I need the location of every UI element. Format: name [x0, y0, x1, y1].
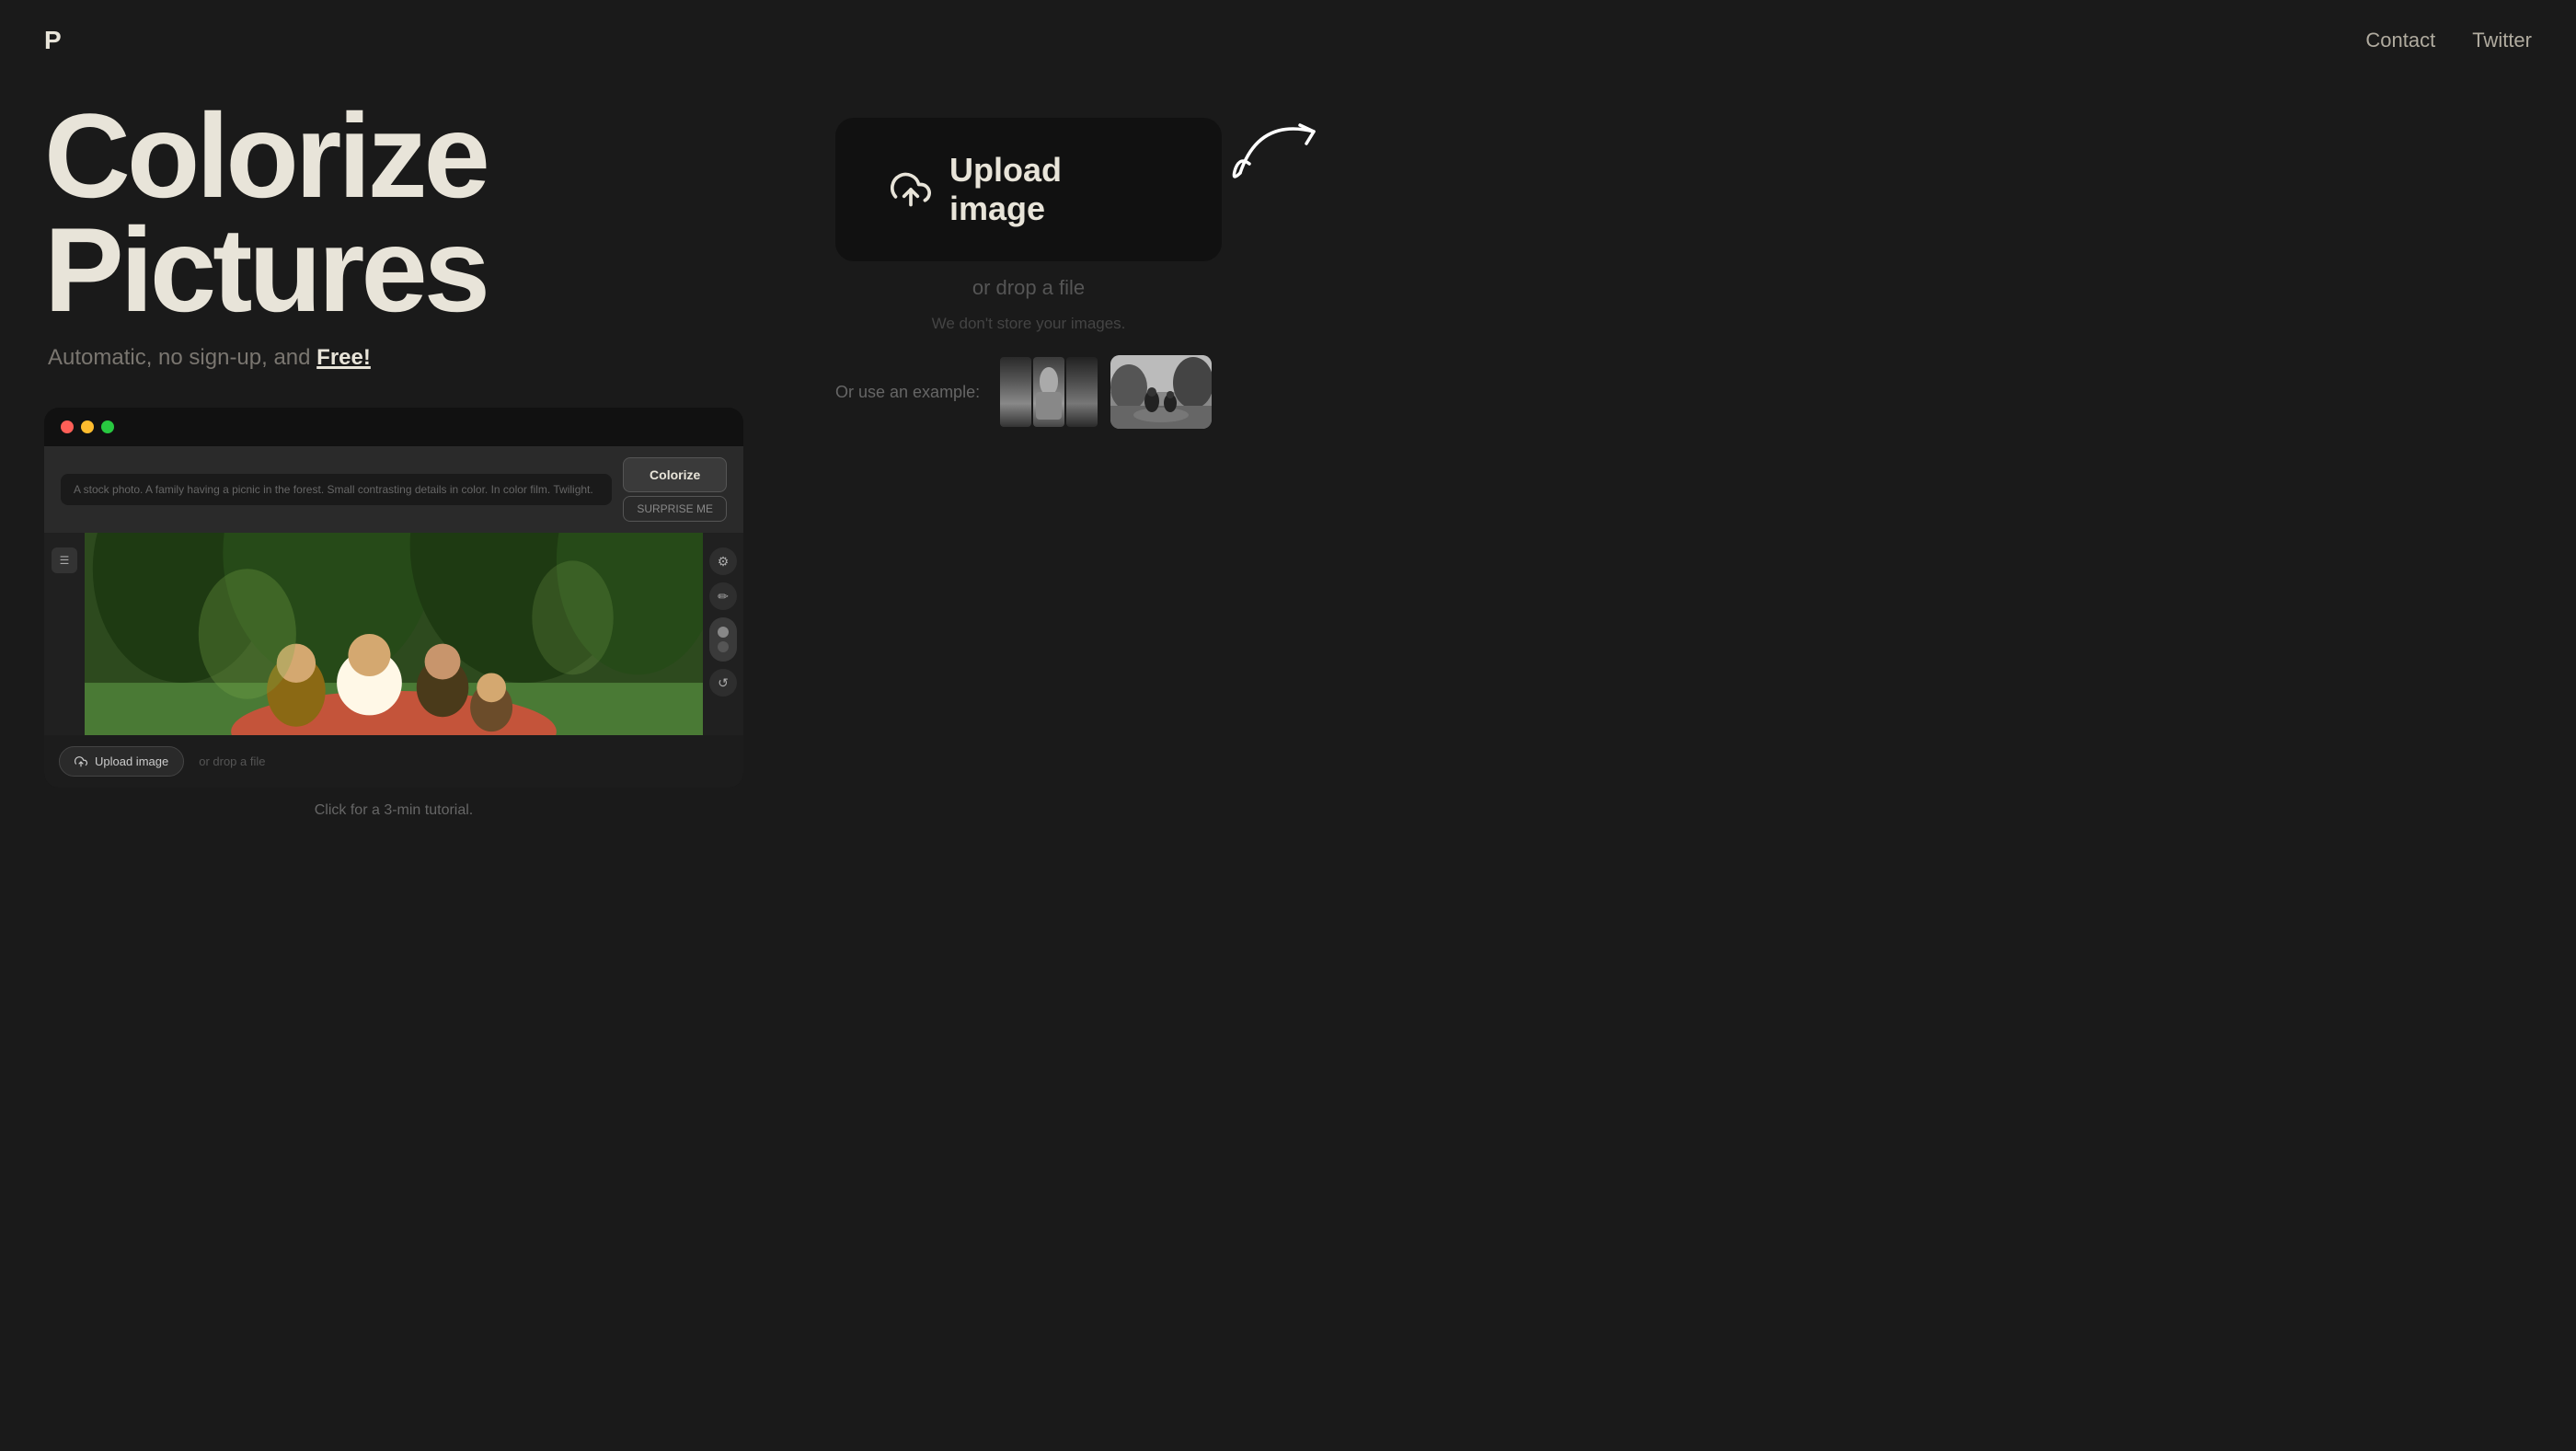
window-canvas-area: ☰ [44, 533, 743, 735]
nav-contact[interactable]: Contact [2365, 29, 2435, 52]
mock-window: A stock photo. A family having a picnic … [44, 408, 743, 788]
nav-twitter[interactable]: Twitter [2472, 29, 2532, 52]
or-drop-text: or drop a file [972, 276, 1085, 300]
navbar: P Contact Twitter [0, 0, 2576, 81]
window-dot-yellow [81, 420, 94, 433]
window-dot-green [101, 420, 114, 433]
window-titlebar [44, 408, 743, 446]
examples-row: Or use an example: [835, 355, 1222, 429]
photo-svg [85, 533, 703, 735]
photo-scene [85, 533, 703, 735]
settings-tool-icon[interactable]: ⚙ [709, 547, 737, 575]
arrow-icon [1222, 99, 1351, 191]
hero-title: Colorize Pictures [44, 99, 743, 327]
example-thumb-2[interactable] [1110, 355, 1212, 429]
window-drop-hint: or drop a file [199, 754, 265, 768]
upload-row: Upload image [835, 118, 1222, 261]
window-top-bar: A stock photo. A family having a picnic … [44, 446, 743, 533]
colorize-button[interactable]: Colorize [623, 457, 727, 492]
example-svg-2 [1110, 355, 1212, 429]
brush-tool-icon[interactable]: ✏ [709, 582, 737, 610]
left-section: Colorize Pictures Automatic, no sign-up,… [44, 99, 743, 819]
window-dot-red [61, 420, 74, 433]
upload-small-icon [75, 755, 87, 768]
upload-area[interactable]: Upload image [835, 118, 1222, 261]
drop-zone-wrapper: Upload image or drop a file We don't sto… [799, 118, 1259, 333]
tutorial-text[interactable]: Click for a 3-min tutorial. [44, 802, 743, 819]
prompt-input[interactable]: A stock photo. A family having a picnic … [61, 474, 612, 505]
examples-label: Or use an example: [835, 383, 980, 402]
surprise-me-button[interactable]: SURPRISE ME [623, 496, 727, 522]
upload-cloud-icon [891, 169, 931, 210]
window-right-tools: ⚙ ✏ ↺ [703, 533, 743, 735]
menu-icon[interactable]: ☰ [52, 547, 77, 573]
nav-links: Contact Twitter [2365, 29, 2532, 52]
reset-tool-icon[interactable]: ↺ [709, 669, 737, 697]
image-canvas [85, 533, 703, 735]
subtitle: Automatic, no sign-up, and Free! [44, 345, 743, 371]
window-footer: Upload image or drop a file [44, 735, 743, 788]
logo[interactable]: P [44, 26, 61, 55]
upload-label: Upload image [949, 151, 1167, 228]
example-thumb-1[interactable] [998, 355, 1099, 429]
toggle-tool-icon[interactable] [709, 617, 737, 662]
window-upload-button[interactable]: Upload image [59, 746, 184, 777]
main-content: Colorize Pictures Automatic, no sign-up,… [0, 81, 2576, 856]
window-sidebar: ☰ [44, 533, 85, 735]
privacy-note: We don't store your images. [932, 315, 1126, 333]
right-section: Upload image or drop a file We don't sto… [799, 99, 1259, 429]
example-thumbs [998, 355, 1212, 429]
